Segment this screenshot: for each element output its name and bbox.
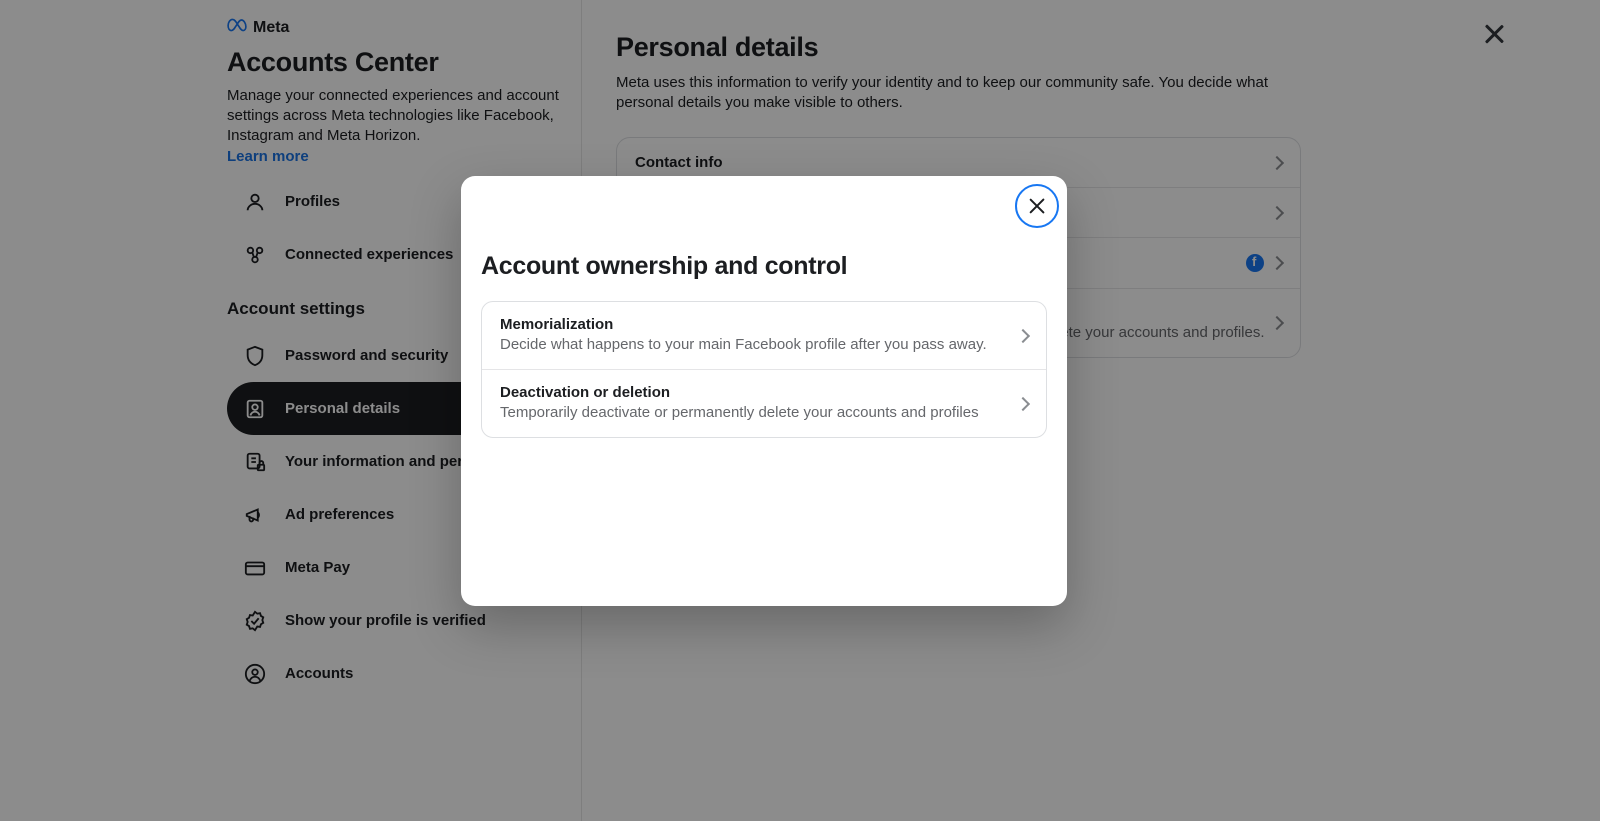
chevron-right-icon xyxy=(1016,328,1030,342)
modal-row-title: Memorialization xyxy=(500,316,1008,333)
modal-close-button[interactable] xyxy=(1015,184,1059,228)
modal-row-memorialization[interactable]: Memorialization Decide what happens to y… xyxy=(482,302,1046,370)
close-icon xyxy=(1028,197,1046,215)
modal-row-subtitle: Decide what happens to your main Faceboo… xyxy=(500,335,1008,355)
modal-options-card: Memorialization Decide what happens to y… xyxy=(481,301,1047,438)
chevron-right-icon xyxy=(1016,396,1030,410)
page-close-button[interactable] xyxy=(1478,18,1510,50)
modal-title: Account ownership and control xyxy=(481,252,1047,281)
modal-row-deactivation[interactable]: Deactivation or deletion Temporarily dea… xyxy=(482,370,1046,437)
close-icon xyxy=(1485,25,1503,43)
modal-row-title: Deactivation or deletion xyxy=(500,384,1008,401)
modal-row-subtitle: Temporarily deactivate or permanently de… xyxy=(500,403,1008,423)
account-ownership-modal: Account ownership and control Memorializ… xyxy=(461,176,1067,606)
